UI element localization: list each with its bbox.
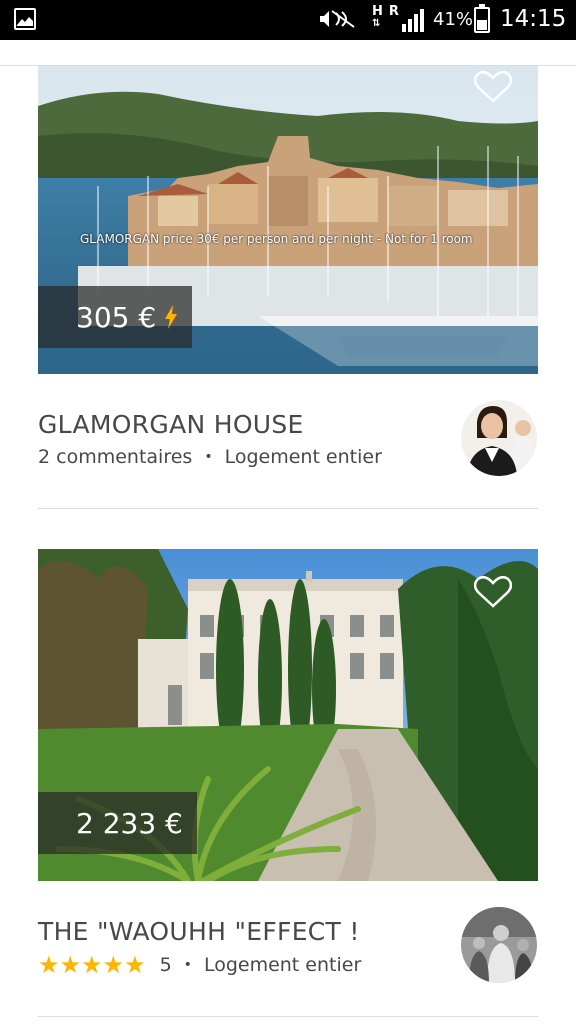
listing-photo[interactable]: GLAMORGAN price 30€ per person and per n…: [38, 66, 538, 374]
star-icon: ★: [102, 951, 125, 979]
lightning-icon: [165, 305, 178, 329]
listing-meta: 2 commentaires • Logement entier: [38, 446, 382, 468]
battery-icon: [474, 4, 490, 33]
star-icon: ★: [59, 951, 82, 979]
listing-title[interactable]: THE "WAOUHH "EFFECT !: [38, 917, 360, 946]
review-count: 5: [159, 954, 172, 976]
rating-stars: ★ ★ ★ ★ ★: [38, 953, 146, 977]
battery-percent: 41%: [433, 9, 474, 30]
separator-dot: •: [204, 449, 213, 465]
heart-icon[interactable]: [474, 575, 512, 609]
photo-caption: GLAMORGAN price 30€ per person and per n…: [80, 232, 473, 246]
heart-icon[interactable]: [474, 70, 512, 104]
header-bar: [0, 40, 576, 66]
price: 305 €: [76, 300, 157, 334]
signal-icon: [402, 9, 424, 32]
divider: [38, 508, 538, 509]
clock: 14:15: [500, 6, 567, 32]
star-icon: ★: [38, 951, 60, 979]
divider: [38, 1016, 538, 1017]
status-bar: HR ⇅ 41% 14:15: [0, 0, 576, 40]
price-tag: 2 233 €: [38, 792, 197, 854]
separator-dot: •: [183, 957, 192, 973]
listing-photo[interactable]: 2 233 €: [38, 549, 538, 881]
listing-title[interactable]: GLAMORGAN HOUSE: [38, 410, 304, 439]
star-icon: ★: [81, 951, 103, 979]
review-count: 2 commentaires: [38, 446, 193, 468]
host-avatar[interactable]: [461, 400, 537, 476]
room-type: Logement entier: [203, 954, 362, 976]
listing-meta: ★ ★ ★ ★ ★ 5 • Logement entier: [38, 953, 361, 977]
room-type: Logement entier: [224, 446, 382, 468]
host-avatar[interactable]: [461, 907, 537, 983]
price: 2 233 €: [76, 806, 183, 840]
mute-icon: [320, 10, 355, 28]
star-icon: ★: [124, 951, 146, 979]
price-tag: 305 €: [38, 286, 193, 348]
network-type: HR ⇅: [372, 4, 399, 29]
image-icon: [14, 8, 36, 30]
